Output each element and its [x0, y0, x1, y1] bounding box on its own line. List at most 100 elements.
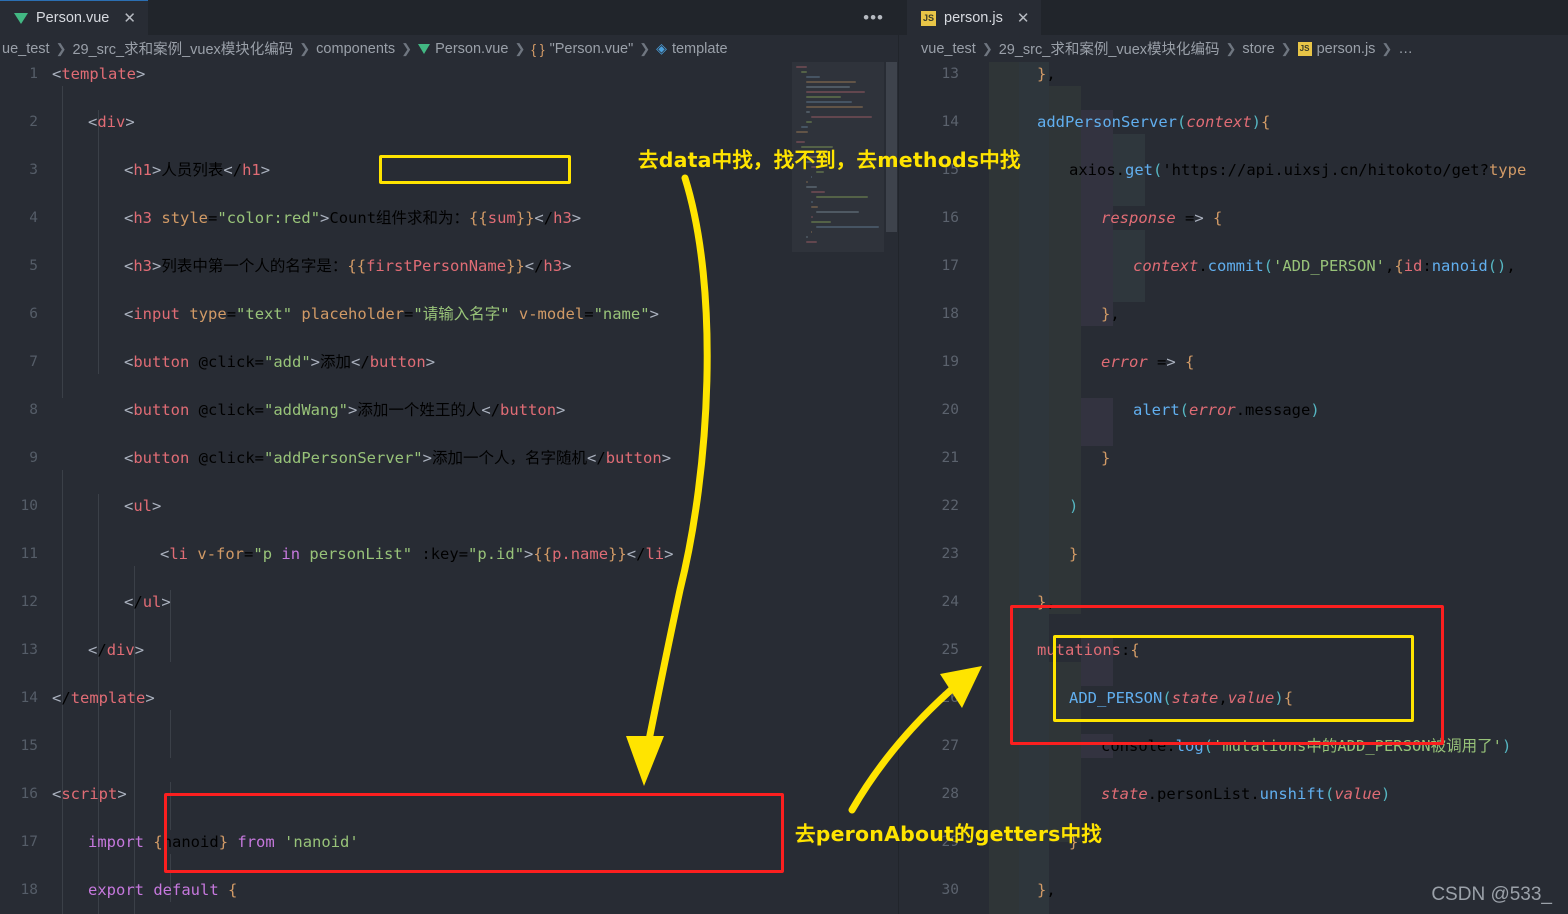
- code-area-right[interactable]: 13}, 14 addPersonServer(context){15 axios.g…: [899, 62, 1568, 914]
- code-line[interactable]: 28 state.personList.unshift(value): [899, 782, 1568, 806]
- code-lines-left: 1 <template> 2 <div> 3 <h1>人员列表</h1> 4 <h3 styl…: [0, 62, 898, 914]
- breadcrumb-item-3[interactable]: JS person.js: [1297, 41, 1375, 57]
- code-line[interactable]: 5 <h3>列表中第一个人的名字是：{{firstPersonName}}</h3…: [0, 254, 898, 278]
- minimap-line: [806, 86, 850, 88]
- minimap-line: [796, 66, 807, 68]
- breadcrumb-label: "Person.vue": [549, 40, 634, 57]
- code-line[interactable]: 16 response => {: [899, 206, 1568, 230]
- code-line[interactable]: 17 context.commit('ADD_PERSON',{id:nanoid…: [899, 254, 1568, 278]
- line-number: 17: [20, 834, 38, 850]
- breadcrumb-label: vue_test: [921, 40, 976, 57]
- code-text: </ul>: [124, 593, 171, 611]
- chevron-right-icon: ❯: [1280, 40, 1292, 56]
- minimap-line: [816, 196, 868, 198]
- annotation-data-methods: 去data中找，找不到，去methods中找: [638, 148, 1021, 172]
- breadcrumb-item-0[interactable]: ue_test: [2, 41, 50, 57]
- scrollbar-left[interactable]: [884, 62, 898, 914]
- code-text: },: [1101, 305, 1120, 323]
- code-line[interactable]: 15: [0, 734, 898, 758]
- code-line[interactable]: 7 <button @click="add">添加</button>: [0, 350, 898, 374]
- breadcrumb-item-0[interactable]: vue_test: [921, 41, 976, 57]
- watermark: CSDN @533_: [1431, 884, 1552, 905]
- code-text: state.personList.unshift(value): [1101, 785, 1391, 803]
- breadcrumb-item-4[interactable]: { } "Person.vue": [531, 41, 633, 57]
- code-line[interactable]: 8 <button @click="addWang">添加一个姓王的人</butt…: [0, 398, 898, 422]
- breadcrumb-item-5[interactable]: ◈ template: [656, 40, 727, 57]
- breadcrumb-label: 29_src_求和案例_vuex模块化编码: [998, 42, 1220, 58]
- code-line[interactable]: 14 addPersonServer(context){: [899, 110, 1568, 134]
- code-text: </template>: [52, 689, 155, 707]
- chevron-right-icon: ❯: [639, 40, 651, 56]
- minimap-line: [796, 131, 809, 133]
- minimap-line: [801, 71, 807, 73]
- code-line[interactable]: 2 <div>: [0, 110, 898, 134]
- code-text: <button @click="add">添加</button>: [124, 353, 436, 371]
- code-line[interactable]: 11 <li v-for="p in personList" :key="p.id…: [0, 542, 898, 566]
- vue-icon: [14, 12, 28, 24]
- breadcrumb-item-3[interactable]: Person.vue: [418, 41, 508, 57]
- tab-person-vue[interactable]: Person.vue ✕: [0, 0, 148, 35]
- code-text: addPersonServer(context){: [1037, 113, 1271, 131]
- code-text: },: [1037, 881, 1056, 899]
- chevron-right-icon: ❯: [981, 40, 993, 56]
- breadcrumb-item-1[interactable]: 29_src_求和案例_vuex模块化编码: [999, 38, 1220, 59]
- code-line[interactable]: 14 </template>: [0, 686, 898, 710]
- cube-icon: ◈: [656, 40, 667, 56]
- code-line[interactable]: 16 <script>: [0, 782, 898, 806]
- code-line[interactable]: 6 <input type="text" placeholder="请输入名字" …: [0, 302, 898, 326]
- code-line[interactable]: 19 error => {: [899, 350, 1568, 374]
- code-line[interactable]: 17 import {nanoid} from 'nanoid': [0, 830, 898, 854]
- close-icon[interactable]: ✕: [123, 11, 136, 26]
- more-actions-icon[interactable]: •••: [863, 8, 884, 28]
- minimap-left[interactable]: [792, 62, 884, 914]
- code-line[interactable]: 12 </ul>: [0, 590, 898, 614]
- code-line[interactable]: 9 <button @click="addPersonServer">添加一个人，…: [0, 446, 898, 470]
- code-text: <ul>: [124, 497, 162, 515]
- breadcrumb-label: Person.vue: [435, 40, 509, 57]
- line-number: 16: [941, 210, 959, 226]
- code-line[interactable]: 25 mutations:{: [899, 638, 1568, 662]
- close-icon[interactable]: ✕: [1017, 11, 1030, 26]
- editor-pane-left: Person.vue ✕ ••• ue_test ❯ 29_src_求和案例_v…: [0, 0, 898, 914]
- line-number: 9: [29, 450, 38, 466]
- code-text: <script>: [52, 785, 127, 803]
- breadcrumb-item-1[interactable]: 29_src_求和案例_vuex模块化编码: [72, 38, 293, 59]
- breadcrumb-item-4[interactable]: …: [1398, 41, 1413, 57]
- line-number: 21: [941, 450, 959, 466]
- line-number: 26: [941, 690, 959, 706]
- code-line[interactable]: 20 alert(error.message): [899, 398, 1568, 422]
- code-text: <div>: [88, 113, 135, 131]
- tab-person-js[interactable]: JS person.js ✕: [907, 0, 1042, 35]
- minimap-line: [811, 231, 813, 233]
- code-line[interactable]: 10 <ul>: [0, 494, 898, 518]
- breadcrumb-item-2[interactable]: store: [1242, 41, 1274, 57]
- code-line[interactable]: 27 console.log('mutations中的ADD_PERSON被调用了…: [899, 734, 1568, 758]
- js-icon: JS: [1297, 41, 1312, 56]
- code-line[interactable]: 1 <template>: [0, 62, 898, 86]
- code-line[interactable]: 18},: [899, 302, 1568, 326]
- line-number: 12: [20, 594, 38, 610]
- line-number: 28: [941, 786, 959, 802]
- minimap-line: [806, 186, 817, 188]
- code-text: <h1>人员列表</h1>: [124, 161, 271, 179]
- code-line[interactable]: 13 </div>: [0, 638, 898, 662]
- line-number: 22: [941, 498, 959, 514]
- code-line[interactable]: 4 <h3 style="color:red">Count组件求和为：{{sum}…: [0, 206, 898, 230]
- breadcrumb-item-2[interactable]: components: [316, 41, 395, 57]
- minimap-line: [806, 76, 821, 78]
- code-text: <h3>列表中第一个人的名字是：{{firstPersonName}}</h3>: [124, 257, 572, 275]
- code-line[interactable]: 18 export default {: [0, 878, 898, 902]
- code-line[interactable]: 21}: [899, 446, 1568, 470]
- line-number: 17: [941, 258, 959, 274]
- breadcrumb-label: …: [1398, 40, 1413, 57]
- code-line[interactable]: 22): [899, 494, 1568, 518]
- code-line[interactable]: 23}: [899, 542, 1568, 566]
- js-icon: JS: [921, 10, 936, 26]
- code-area-left[interactable]: 1 <template> 2 <div> 3 <h1>人员列表</h1> 4 <h3 styl…: [0, 62, 898, 914]
- line-number: 15: [20, 738, 38, 754]
- code-text: }: [1101, 449, 1111, 467]
- code-line[interactable]: 13},: [899, 62, 1568, 86]
- code-line[interactable]: 24},: [899, 590, 1568, 614]
- code-line[interactable]: 26 ADD_PERSON(state,value){: [899, 686, 1568, 710]
- line-number: 8: [29, 402, 38, 418]
